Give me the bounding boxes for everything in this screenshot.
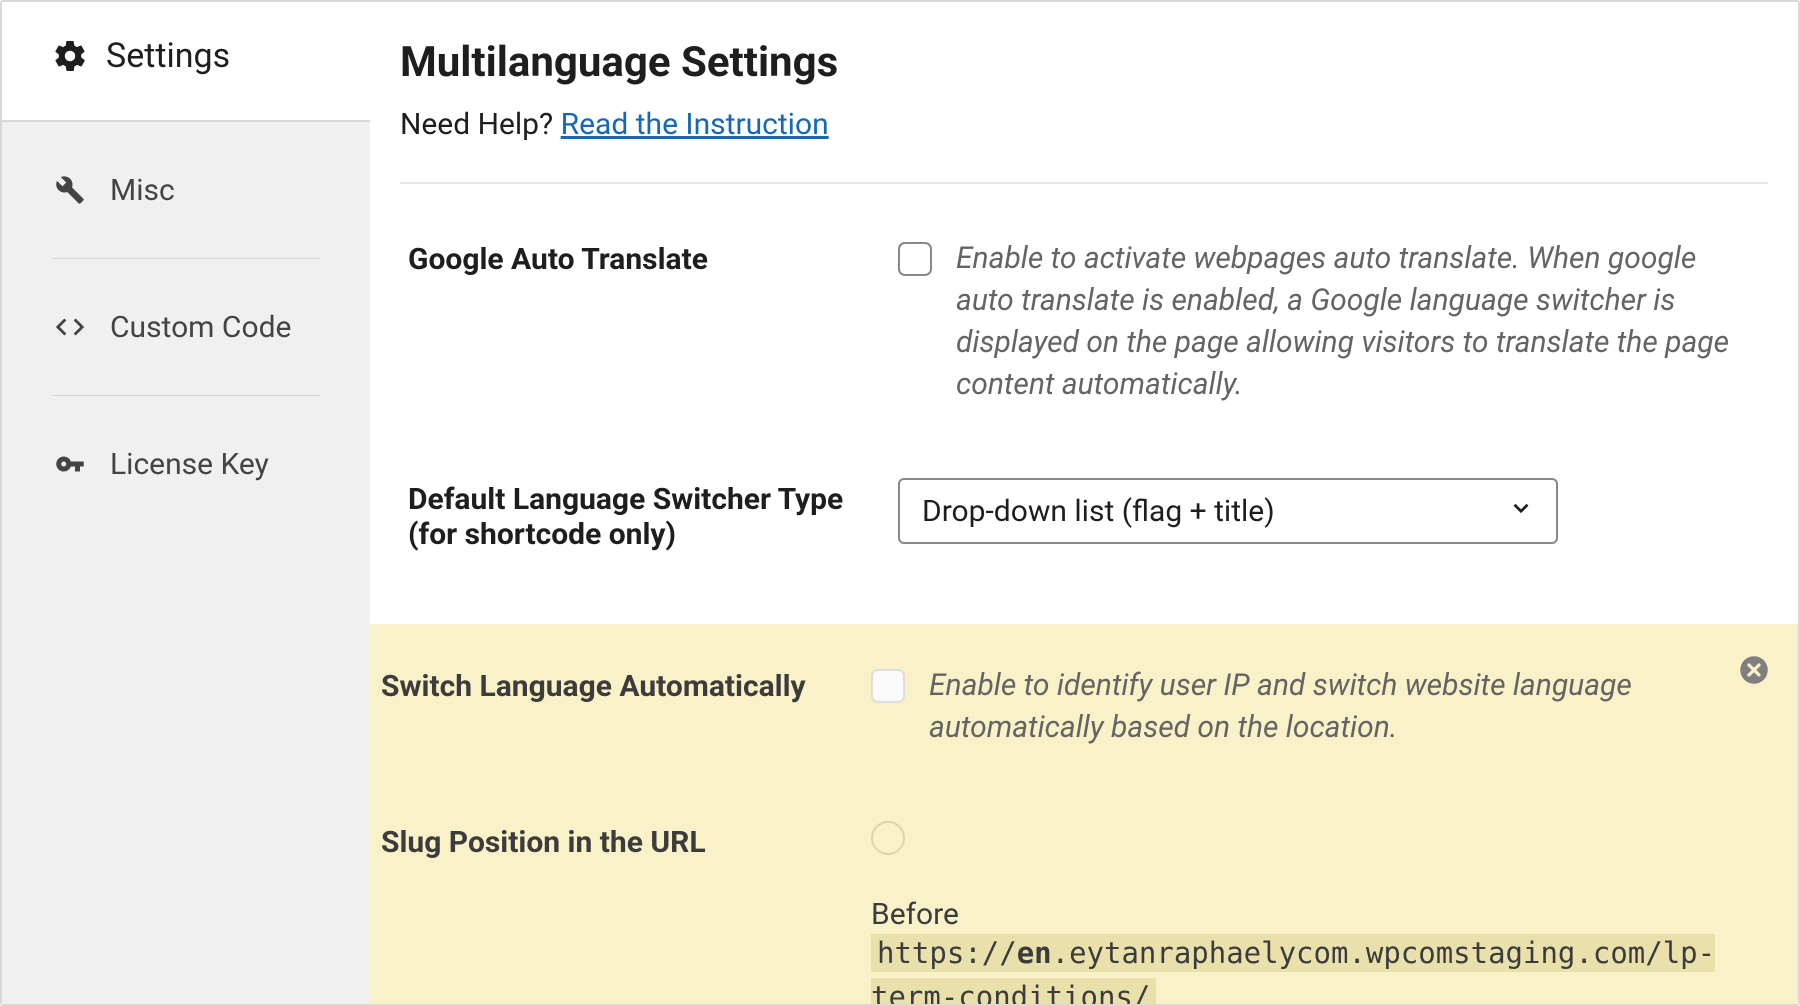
setting-description: Enable to identify user IP and switch we…	[929, 665, 1767, 749]
setting-control: Enable to activate webpages auto transla…	[898, 238, 1760, 406]
key-icon	[52, 446, 88, 482]
sidebar-title: Settings	[106, 36, 230, 76]
option-before-text: Before	[871, 897, 959, 932]
main-inner: Multilanguage Settings Need Help? Read t…	[370, 38, 1798, 552]
page-title: Multilanguage Settings	[400, 38, 1768, 87]
setting-google-translate: Google Auto Translate Enable to activate…	[400, 238, 1768, 406]
select-wrap: Drop-down list (flag + title)	[898, 478, 1558, 544]
setting-control: Enable to identify user IP and switch we…	[871, 665, 1767, 749]
sidebar-item-label: License Key	[110, 447, 269, 482]
sidebar-item-label: Misc	[110, 173, 175, 208]
slug-before-radio	[871, 821, 905, 855]
chevron-down-icon	[1508, 494, 1534, 529]
google-translate-checkbox[interactable]	[898, 242, 932, 276]
sidebar-items: Misc Custom Code License Key	[2, 122, 370, 532]
sidebar-item-custom-code[interactable]: Custom Code	[52, 259, 320, 395]
sidebar-item-label: Custom Code	[110, 310, 291, 345]
setting-slug-position: Slug Position in the URL Before https://…	[381, 821, 1767, 1004]
setting-switcher-type: Default Language Switcher Type (for shor…	[400, 478, 1768, 552]
url-example: https://en.eytanraphaelycom.wpcomstaging…	[871, 934, 1715, 1004]
gear-icon	[52, 38, 88, 74]
setting-control: Before https://en.eytanraphaelycom.wpcom…	[871, 821, 1767, 1004]
sidebar-item-license-key[interactable]: License Key	[52, 396, 320, 532]
setting-label: Slug Position in the URL	[381, 821, 871, 860]
main-content: Multilanguage Settings Need Help? Read t…	[370, 2, 1798, 1004]
notice-close-button[interactable]	[1739, 655, 1769, 692]
sidebar: Settings Misc Custom Code Lice	[2, 2, 370, 1004]
wrench-icon	[52, 172, 88, 208]
setting-label: Switch Language Automatically	[381, 665, 871, 704]
help-link[interactable]: Read the Instruction	[561, 107, 829, 142]
select-value: Drop-down list (flag + title)	[922, 494, 1275, 529]
setting-label: Google Auto Translate	[408, 238, 898, 277]
setting-control: Drop-down list (flag + title)	[898, 478, 1760, 544]
setting-description: Enable to activate webpages auto transla…	[956, 238, 1760, 406]
help-prefix: Need Help?	[400, 107, 561, 142]
setting-label: Default Language Switcher Type (for shor…	[408, 478, 898, 552]
setting-auto-switch: Switch Language Automatically Enable to …	[381, 665, 1767, 749]
auto-switch-checkbox	[871, 669, 905, 703]
sidebar-item-misc[interactable]: Misc	[52, 122, 320, 258]
section-divider	[400, 182, 1768, 184]
code-icon	[52, 309, 88, 345]
sidebar-header: Settings	[2, 2, 370, 122]
slug-before-label: Before https://en.eytanraphaelycom.wpcom…	[871, 897, 1767, 1004]
help-line: Need Help? Read the Instruction	[400, 107, 1768, 142]
settings-panel: Settings Misc Custom Code Lice	[0, 0, 1800, 1006]
pro-notice-box: Switch Language Automatically Enable to …	[370, 624, 1798, 1004]
switcher-type-select[interactable]: Drop-down list (flag + title)	[898, 478, 1558, 544]
